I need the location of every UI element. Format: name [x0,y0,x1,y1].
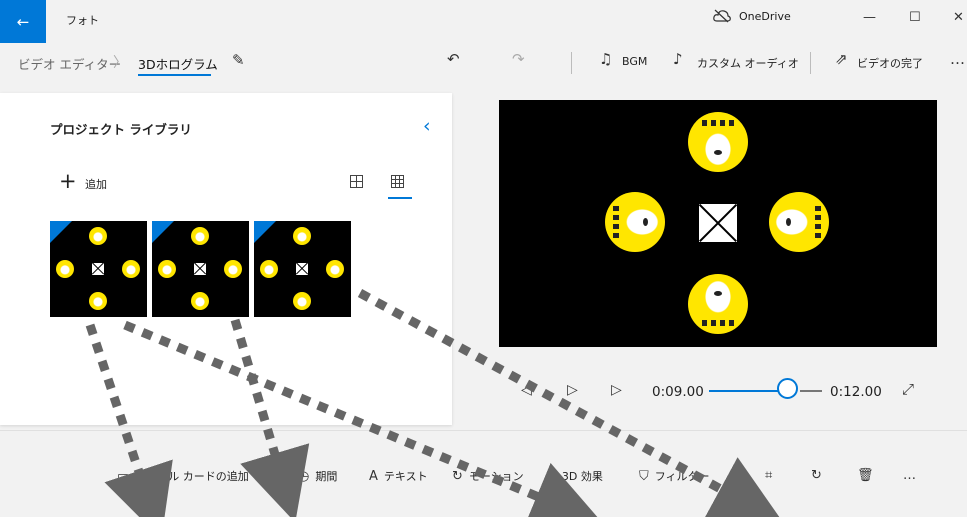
more-tools-button[interactable]: … [903,468,916,483]
title-bar [0,0,967,43]
tiger-image [89,292,107,310]
motion-button[interactable]: ↻ モーション [452,468,524,484]
share-icon: ⇗ [835,50,848,68]
placeholder-image-icon [194,263,206,275]
placeholder-image-icon [92,263,104,275]
collapse-library-icon[interactable]: ‹ [423,115,431,137]
tiger-image-bottom [688,274,748,334]
trash-icon: 🗑 [857,468,874,483]
filter-label: フィルター [654,470,710,483]
project-title: 3Dホログラム [138,57,218,72]
toolbar-divider [810,52,811,74]
rotate-icon: ↻ [811,468,822,483]
tiger-image [293,227,311,245]
tiger-image [191,227,209,245]
tiger-image [89,227,107,245]
cloud-off-icon [713,9,731,23]
rename-pencil-icon[interactable]: ✎ [232,51,245,69]
project-title-underline [138,74,211,76]
title-card-icon: ▭ [117,468,130,484]
tiger-image [158,260,176,278]
tiger-image [326,260,344,278]
minimize-button[interactable]: — [863,10,876,25]
tiger-image-right [769,192,829,252]
add-title-card-button[interactable]: ▭ タイトル カードの追加 [117,468,249,484]
bottom-divider-vertical [733,466,734,488]
3d-effects-button[interactable]: ✧ 3D 効果 [545,468,603,484]
selected-corner [152,221,174,243]
placeholder-image-icon [296,263,308,275]
view-selected-indicator [388,197,412,199]
more-options-icon[interactable]: … [950,50,965,68]
library-thumbnail-2[interactable] [152,221,249,317]
breadcrumb-separator: 〉 [113,55,127,71]
video-preview[interactable] [499,100,937,347]
small-grid-view-icon[interactable] [391,175,404,188]
custom-audio-button[interactable]: カスタム オーディオ [697,55,799,71]
crop-icon: ⌗ [765,468,773,483]
add-title-card-label: タイトル カードの追加 [135,470,249,483]
duration-label: 期間 [315,470,338,483]
bottom-divider-vertical [268,466,269,488]
onedrive-status[interactable]: OneDrive [713,9,791,23]
back-button[interactable]: ← [0,0,46,43]
toolbar-divider [571,52,572,74]
library-title: プロジェクト ライブラリ [50,122,192,137]
tiger-image [56,260,74,278]
breadcrumb-video-editor[interactable]: ビデオ エディター [18,54,121,73]
text-button[interactable]: A テキスト [369,468,428,484]
end-time: 0:12.00 [830,384,882,400]
motion-icon: ↻ [452,468,463,484]
bottom-divider [0,430,967,431]
seek-track-filled[interactable] [709,390,788,392]
add-plus-icon[interactable]: + [59,171,77,192]
3d-effects-label: 3D 効果 [561,470,603,483]
filter-icon: ⛉ [639,468,649,484]
app-title: フォト [66,14,99,27]
tiger-image [293,292,311,310]
music-note-icon: ♫ [599,50,613,68]
custom-audio-icon: ♪ [673,50,683,68]
selected-corner [50,221,72,243]
filter-button[interactable]: ⛉ フィルター [639,468,710,484]
tiger-image [122,260,140,278]
delete-button[interactable]: 🗑 [857,468,874,483]
placeholder-image-icon [699,204,737,242]
current-time: 0:09.00 [652,384,704,400]
add-button[interactable]: 追加 [85,176,107,192]
text-icon: A [369,468,378,484]
expand-icon[interactable]: ⤢ [902,380,914,398]
tiger-image [224,260,242,278]
close-button[interactable]: ✕ [953,10,964,25]
more-icon: … [903,468,916,483]
previous-frame-icon[interactable]: ◁ [521,382,532,398]
onedrive-label: OneDrive [739,9,791,23]
duration-button[interactable]: ◷ 期間 [298,468,337,484]
maximize-button[interactable]: ☐ [909,10,921,25]
crop-button[interactable]: ⌗ [765,468,772,483]
back-arrow-icon: ← [16,12,30,31]
seek-track-remaining[interactable] [800,390,822,392]
text-label: テキスト [383,470,428,483]
bgm-button[interactable]: BGM [622,55,647,68]
tiger-image [260,260,278,278]
undo-icon[interactable]: ↶ [447,50,460,68]
finish-video-button[interactable]: ビデオの完了 [857,55,923,71]
library-thumbnail-3[interactable] [254,221,351,317]
next-frame-icon[interactable]: ▷ [611,382,622,398]
tiger-image [191,292,209,310]
tiger-image-top [688,112,748,172]
selected-corner [254,221,276,243]
large-grid-view-icon[interactable] [350,175,363,188]
play-icon[interactable]: ▷ [567,382,578,398]
3d-effects-icon: ✧ [545,468,556,484]
tiger-image-left [605,192,665,252]
redo-icon[interactable]: ↷ [512,50,525,68]
library-thumbnail-1[interactable] [50,221,147,317]
clock-icon: ◷ [298,468,310,484]
seek-slider-thumb[interactable] [777,378,798,399]
rotate-button[interactable]: ↻ [811,468,822,483]
motion-label: モーション [468,470,524,483]
